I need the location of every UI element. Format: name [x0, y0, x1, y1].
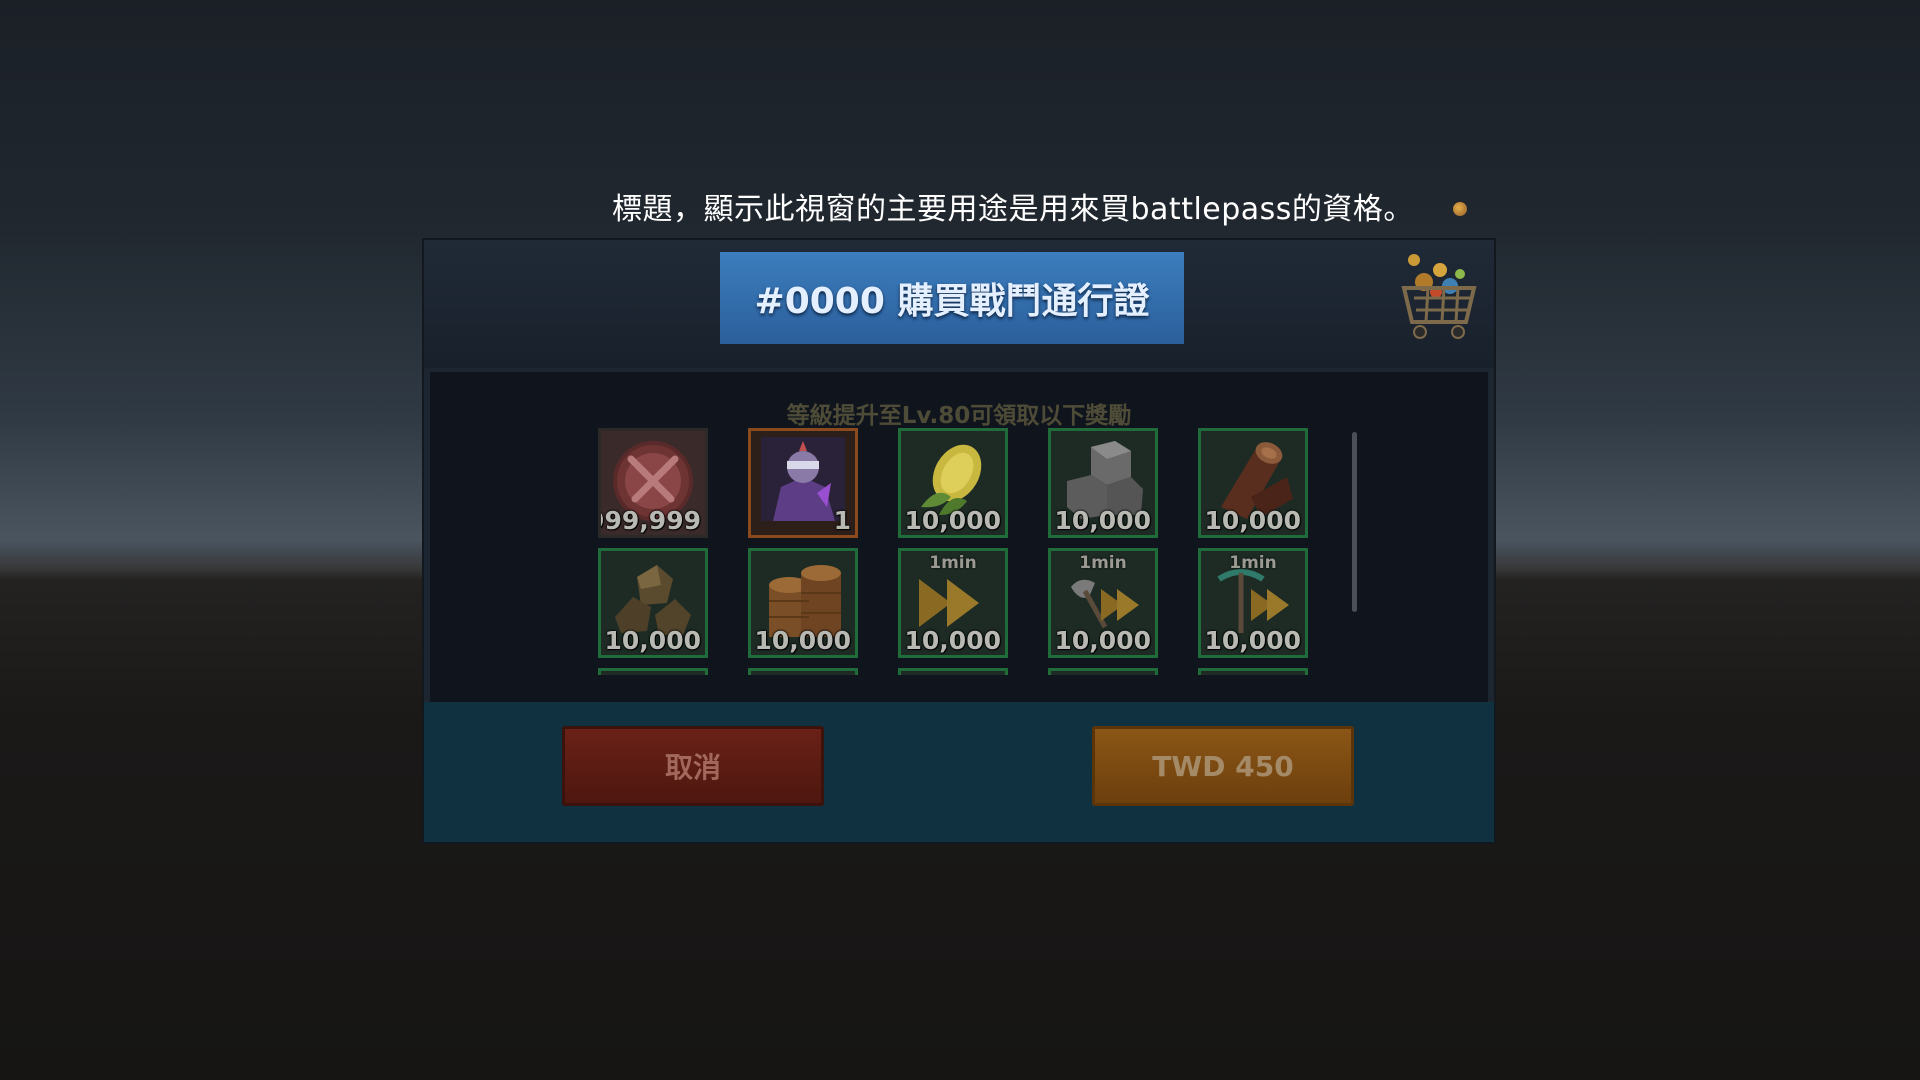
reward-panel: 等級提升至Lv.80可領取以下獎勵 999,999 1 10,000 10,00…: [430, 372, 1488, 702]
reward-tile[interactable]: [1198, 668, 1308, 675]
reward-qty: 10,000: [1204, 506, 1301, 535]
dialog-title: #0000 購買戰鬥通行證: [754, 281, 1150, 322]
title-banner: #0000 購買戰鬥通行證: [720, 252, 1184, 344]
reward-tile[interactable]: 10,000: [1048, 428, 1158, 538]
buy-button[interactable]: TWD 450: [1092, 726, 1354, 806]
reward-qty: 10,000: [604, 626, 701, 655]
reward-tile[interactable]: 10,000: [748, 548, 858, 658]
reward-qty: 10,000: [1054, 626, 1151, 655]
reward-tile[interactable]: 1min 10,000: [898, 548, 1008, 658]
reward-time: 1min: [929, 553, 977, 573]
reward-tile[interactable]: 10,000: [598, 548, 708, 658]
reward-time: 1min: [1229, 553, 1277, 573]
reward-tile[interactable]: [1048, 668, 1158, 675]
reward-grid[interactable]: 999,999 1 10,000 10,000 10,000 10,000 10…: [598, 428, 1318, 675]
reward-scrollbar[interactable]: [1352, 432, 1357, 612]
reward-qty: 10,000: [1204, 626, 1301, 655]
reward-tile[interactable]: [598, 668, 708, 675]
reward-qty: 10,000: [754, 626, 851, 655]
shopping-cart-icon: [1394, 252, 1486, 344]
dialog-footer: 取消 TWD 450: [424, 702, 1494, 842]
reward-tile[interactable]: [748, 668, 858, 675]
annotation-text: 標題，顯示此視窗的主要用途是用來買battlepass的資格。: [612, 192, 1414, 227]
reward-caption: 等級提升至Lv.80可領取以下獎勵: [786, 403, 1132, 429]
annotation-marker-icon: [1453, 202, 1467, 216]
dialog-header: #0000 購買戰鬥通行證: [424, 240, 1494, 368]
reward-qty: 1: [833, 506, 851, 535]
reward-qty: 10,000: [904, 626, 1001, 655]
buy-battlepass-dialog: #0000 購買戰鬥通行證 等級提升至Lv.80可領取以下獎勵 999,999 …: [424, 240, 1494, 842]
reward-time: 1min: [1079, 553, 1127, 573]
reward-tile[interactable]: [898, 668, 1008, 675]
hero-portrait-icon: [761, 437, 845, 521]
reward-qty: 10,000: [1054, 506, 1151, 535]
reward-tile[interactable]: 999,999: [598, 428, 708, 538]
reward-tile[interactable]: 10,000: [898, 428, 1008, 538]
reward-qty: 999,999: [598, 506, 701, 535]
reward-qty: 10,000: [904, 506, 1001, 535]
reward-tile[interactable]: 1: [748, 428, 858, 538]
cancel-button[interactable]: 取消: [562, 726, 824, 806]
reward-tile[interactable]: 1min 10,000: [1048, 548, 1158, 658]
reward-tile[interactable]: 1min 10,000: [1198, 548, 1308, 658]
reward-tile[interactable]: 10,000: [1198, 428, 1308, 538]
